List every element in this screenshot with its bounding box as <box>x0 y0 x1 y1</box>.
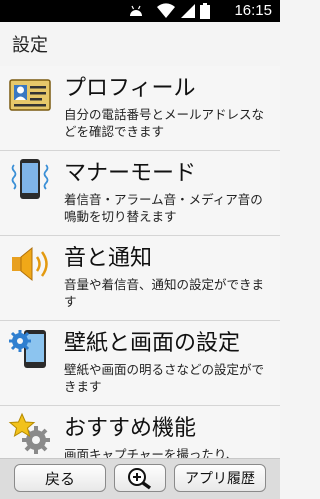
zoom-button[interactable] <box>114 464 166 492</box>
settings-item-label: 壁紙と画面の設定 <box>64 331 241 356</box>
settings-item-wallpaper-display[interactable]: 壁紙と画面の設定 壁紙や画面の明るさなどの設定ができます <box>0 321 280 406</box>
settings-item-label: おすすめ機能 <box>64 416 197 441</box>
settings-item-label: プロフィール <box>64 76 196 101</box>
bottom-navigation-bar: 戻る アプリ履歴 <box>0 458 280 499</box>
settings-item-label: マナーモード <box>64 161 197 186</box>
app-history-button-label: アプリ履歴 <box>185 471 255 487</box>
settings-item-profile[interactable]: プロフィール 自分の電話番号とメールアドレスなどを確認できます <box>0 66 280 151</box>
settings-item-description: 壁紙や画面の明るさなどの設定ができます <box>64 362 265 394</box>
android-notification-icon <box>130 5 142 16</box>
zoom-in-icon <box>128 468 152 490</box>
settings-item-sound-notification[interactable]: 音と通知 音量や着信音、通知の設定ができます <box>0 236 280 321</box>
status-time: 16:15 <box>234 2 272 19</box>
signal-icon <box>181 4 195 18</box>
settings-item-description: 画面キャプチャーを撮ったり、 <box>64 447 239 458</box>
status-bar: 16:15 <box>0 0 280 22</box>
page-title: 設定 <box>12 35 48 56</box>
phone-gear-icon <box>9 330 46 368</box>
settings-list[interactable]: プロフィール 自分の電話番号とメールアドレスなどを確認できます マナーモード 着… <box>0 66 280 458</box>
settings-item-description: 着信音・アラーム音・メディア音の鳴動を切り替えます <box>64 192 263 224</box>
back-button[interactable]: 戻る <box>14 464 106 492</box>
app-history-button[interactable]: アプリ履歴 <box>174 464 266 492</box>
settings-item-description: 自分の電話番号とメールアドレスなどを確認できます <box>64 107 265 139</box>
settings-item-description: 音量や着信音、通知の設定ができます <box>64 277 265 309</box>
settings-item-recommended-features[interactable]: おすすめ機能 画面キャプチャーを撮ったり、 <box>0 406 280 458</box>
back-button-label: 戻る <box>44 469 75 488</box>
settings-item-label: 音と通知 <box>64 246 153 271</box>
speaker-icon <box>12 246 48 282</box>
settings-item-manner-mode[interactable]: マナーモード 着信音・アラーム音・メディア音の鳴動を切り替えます <box>0 151 280 236</box>
settings-header: 設定 <box>0 22 280 67</box>
wifi-icon <box>157 3 175 19</box>
star-gear-icon <box>8 412 50 454</box>
battery-icon <box>200 3 210 19</box>
phone-vibrate-icon <box>11 159 49 199</box>
profile-card-icon <box>9 79 51 111</box>
